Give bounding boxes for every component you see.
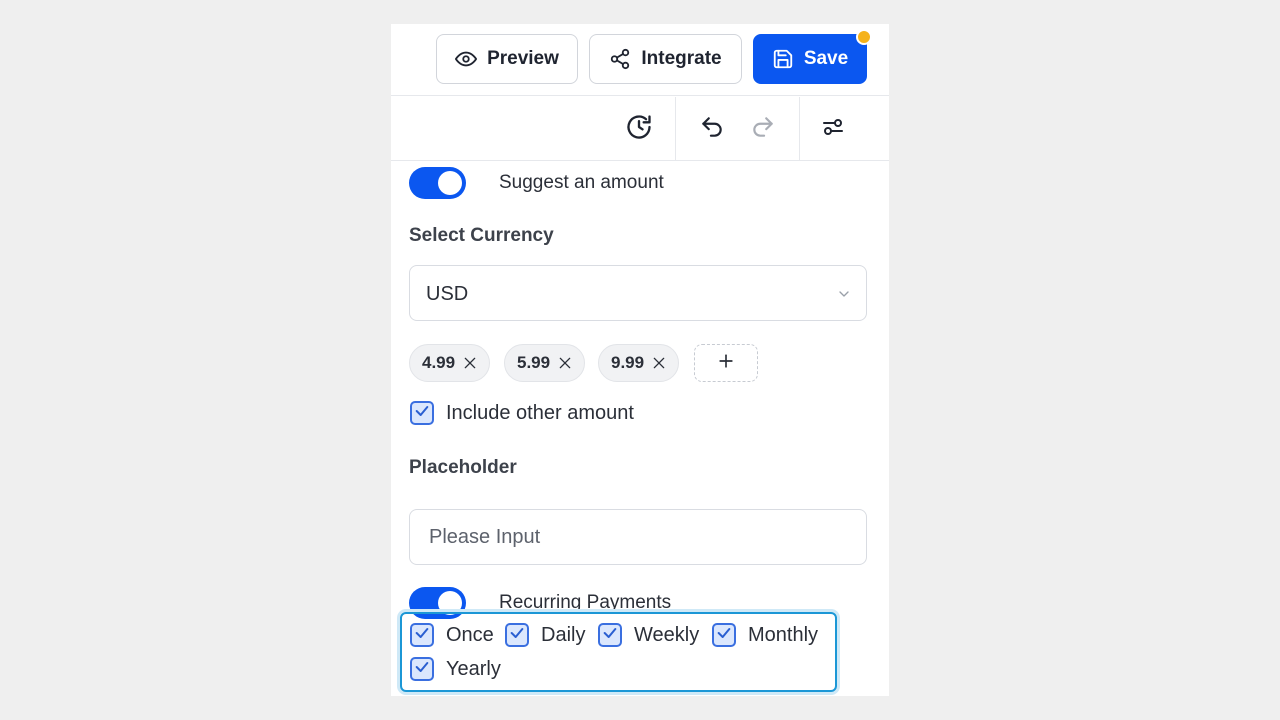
undo-button[interactable] xyxy=(697,114,727,144)
currency-select[interactable]: USD xyxy=(409,265,867,321)
save-button[interactable]: Save xyxy=(753,34,867,84)
form-settings-panel: Preview Integrate Save Suggest an amount… xyxy=(391,24,889,696)
placeholder-field-label: Placeholder xyxy=(409,457,517,478)
amount-chip-value: 9.99 xyxy=(611,353,645,372)
unsaved-indicator-dot xyxy=(856,29,872,45)
frequency-label: Yearly xyxy=(446,658,501,680)
include-other-label: Include other amount xyxy=(446,402,634,424)
amount-chip-value: 5.99 xyxy=(517,353,551,372)
preview-button-label: Preview xyxy=(487,48,559,69)
eye-icon xyxy=(455,48,478,70)
suggest-amount-toggle[interactable] xyxy=(409,167,466,199)
integrate-button-label: Integrate xyxy=(641,48,722,69)
redo-button[interactable] xyxy=(748,114,778,144)
currency-value: USD xyxy=(426,283,469,305)
frequency-checkbox-monthly[interactable] xyxy=(712,623,736,647)
placeholder-input[interactable] xyxy=(409,509,867,565)
frequency-label: Weekly xyxy=(634,624,700,646)
amount-chip: 5.99 xyxy=(504,344,586,382)
amount-chip: 9.99 xyxy=(598,344,680,382)
checkmark-icon xyxy=(509,625,525,646)
toolbar-divider xyxy=(675,97,676,161)
close-icon[interactable] xyxy=(650,354,668,372)
integrate-button[interactable]: Integrate xyxy=(589,34,742,84)
toggle-knob xyxy=(438,171,462,195)
frequency-label: Daily xyxy=(541,624,586,646)
undo-icon xyxy=(699,114,725,145)
add-amount-button[interactable] xyxy=(694,344,758,382)
clock-history-icon xyxy=(625,113,653,146)
checkmark-icon xyxy=(414,403,430,424)
redo-icon xyxy=(750,114,776,145)
checkmark-icon xyxy=(602,625,618,646)
sliders-icon xyxy=(821,115,845,144)
preview-button[interactable]: Preview xyxy=(436,34,578,84)
top-toolbar: Preview Integrate Save xyxy=(391,24,889,96)
toolbar-divider xyxy=(799,97,800,161)
history-button[interactable] xyxy=(624,114,654,144)
checkmark-icon xyxy=(414,625,430,646)
frequency-checkbox-once[interactable] xyxy=(410,623,434,647)
chevron-down-icon xyxy=(836,286,852,307)
recurring-frequency-group: Once Daily Weekly Monthly Yearly xyxy=(400,612,837,692)
frequency-checkbox-daily[interactable] xyxy=(505,623,529,647)
recurring-payments-label: Recurring Payments xyxy=(499,592,672,613)
amount-chip-value: 4.99 xyxy=(422,353,456,372)
history-toolbar xyxy=(391,97,889,161)
amount-chip: 4.99 xyxy=(409,344,491,382)
include-other-checkbox[interactable] xyxy=(410,401,434,425)
settings-button[interactable] xyxy=(818,114,848,144)
close-icon[interactable] xyxy=(461,354,479,372)
checkmark-icon xyxy=(716,625,732,646)
floppy-disk-icon xyxy=(772,48,794,70)
frequency-label: Monthly xyxy=(748,624,819,646)
share-icon xyxy=(609,48,631,70)
frequency-checkbox-yearly[interactable] xyxy=(410,657,434,681)
save-button-label: Save xyxy=(803,48,849,69)
checkmark-icon xyxy=(414,659,430,680)
suggest-amount-label: Suggest an amount xyxy=(499,172,664,193)
frequency-label: Once xyxy=(446,624,494,646)
close-icon[interactable] xyxy=(556,354,574,372)
frequency-checkbox-weekly[interactable] xyxy=(598,623,622,647)
currency-label: Select Currency xyxy=(409,225,554,246)
plus-icon xyxy=(716,351,736,376)
